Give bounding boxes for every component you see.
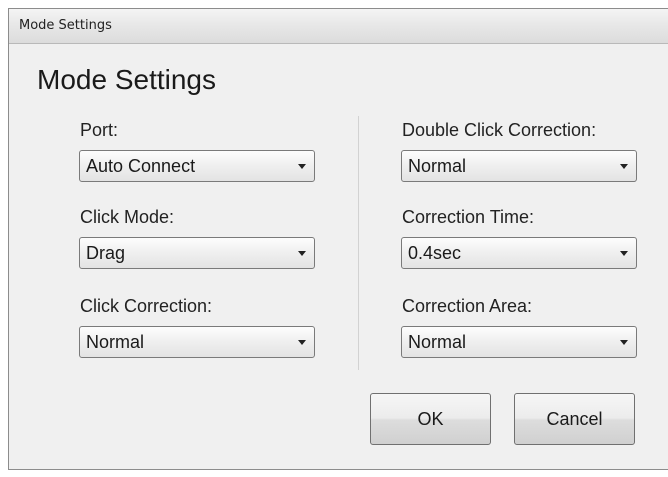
- ok-button[interactable]: OK: [370, 393, 491, 445]
- port-label: Port:: [80, 120, 119, 140]
- click-mode-select-value: Drag: [86, 243, 126, 263]
- dialog-heading: Mode Settings: [37, 64, 216, 95]
- chevron-down-icon: [298, 340, 306, 345]
- mode-settings-window: Mode Settings Mode Settings Port: Auto C…: [8, 8, 668, 470]
- correction-time-select[interactable]: 0.4sec: [401, 237, 637, 269]
- correction-area-select[interactable]: Normal: [401, 326, 637, 358]
- cancel-button-label: Cancel: [546, 409, 603, 429]
- chevron-down-icon: [298, 251, 306, 256]
- chevron-down-icon: [298, 164, 306, 169]
- chevron-down-icon: [620, 340, 628, 345]
- chevron-down-icon: [620, 164, 628, 169]
- correction-area-label: Correction Area:: [402, 296, 533, 316]
- double-click-correction-select[interactable]: Normal: [401, 150, 637, 182]
- port-select-value: Auto Connect: [86, 156, 196, 176]
- correction-time-select-value: 0.4sec: [408, 243, 462, 263]
- window-title: Mode Settings: [19, 18, 112, 33]
- double-click-correction-label: Double Click Correction:: [402, 120, 597, 140]
- correction-time-label: Correction Time:: [402, 207, 535, 227]
- click-correction-select-value: Normal: [86, 332, 145, 352]
- click-correction-label: Click Correction:: [80, 296, 213, 316]
- click-mode-label: Click Mode:: [80, 207, 175, 227]
- chevron-down-icon: [620, 251, 628, 256]
- correction-area-select-value: Normal: [408, 332, 467, 352]
- title-bar[interactable]: Mode Settings: [9, 9, 668, 44]
- click-mode-select[interactable]: Drag: [79, 237, 315, 269]
- click-correction-select[interactable]: Normal: [79, 326, 315, 358]
- ok-button-label: OK: [417, 409, 444, 429]
- cancel-button[interactable]: Cancel: [514, 393, 635, 445]
- port-select[interactable]: Auto Connect: [79, 150, 315, 182]
- column-divider: [358, 116, 359, 370]
- dialog-body: Mode Settings Port: Auto Connect Click M…: [9, 44, 668, 469]
- double-click-correction-select-value: Normal: [408, 156, 467, 176]
